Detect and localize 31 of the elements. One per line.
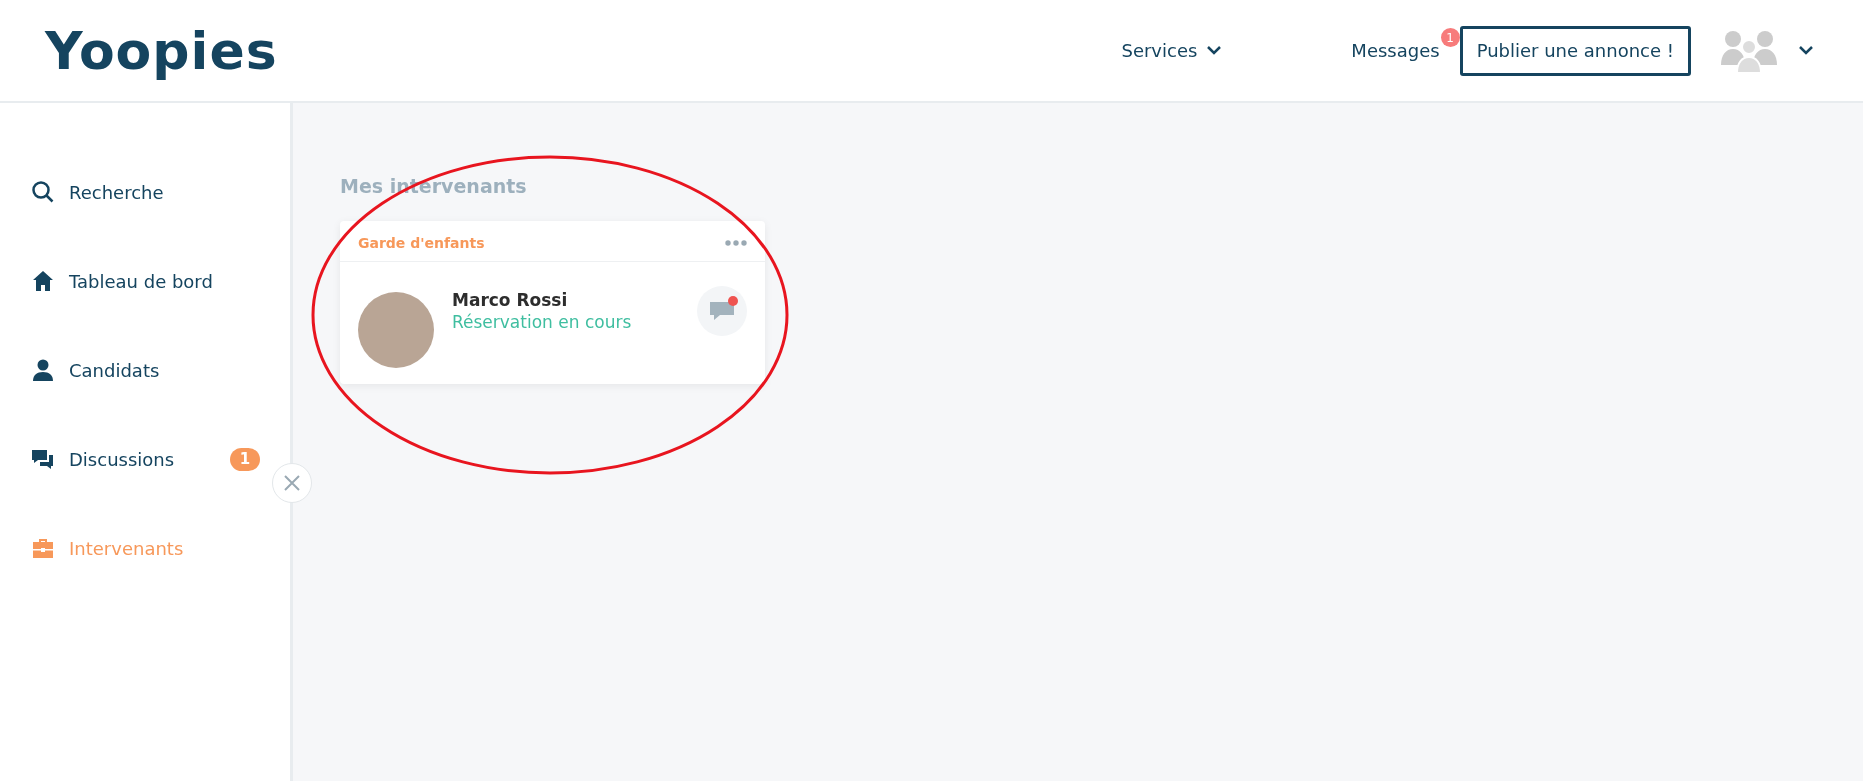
chevron-icon [1799, 46, 1813, 55]
message-button[interactable] [697, 286, 747, 336]
sidebar-label: Recherche [69, 181, 164, 203]
booking-status: Réservation en cours [452, 312, 633, 332]
sidebar-item[interactable]: Tableau de bord [0, 264, 290, 298]
unread-badge: 1 [1440, 28, 1460, 47]
chevron-icon [1207, 46, 1222, 55]
person-name: Marco Rossi [452, 290, 569, 310]
speech-bubble-icon [710, 300, 734, 322]
user-group-icon [1721, 28, 1777, 73]
more-options-icon[interactable] [725, 240, 747, 246]
yoopies-logo[interactable]: Yoopies [45, 20, 278, 81]
account-menu-button[interactable] [1721, 28, 1813, 73]
sidebar-label: Discussions [69, 448, 175, 470]
count-badge: 1 [230, 447, 260, 471]
search-icon [31, 180, 55, 204]
sidebar-label: Candidats [69, 359, 160, 381]
sidebar-item[interactable]: Discussions 1 [0, 442, 290, 476]
briefcase-icon [31, 536, 55, 560]
chat-bubbles-icon [31, 447, 55, 471]
house-icon [31, 269, 55, 293]
sidebar-label: Tableau de bord [69, 270, 213, 292]
close-button[interactable] [272, 463, 312, 503]
person-icon [31, 358, 55, 382]
category-label: Garde d'enfants [358, 235, 485, 251]
sidebar-item[interactable]: Recherche [0, 175, 290, 209]
publish-ad-button[interactable]: Publier une annonce ! [1459, 25, 1691, 76]
sidebar-label: Intervenants [69, 537, 184, 559]
close-icon [284, 475, 300, 491]
sidebar-item[interactable]: Candidats [0, 353, 290, 387]
services-menu[interactable]: Services [1121, 40, 1222, 61]
